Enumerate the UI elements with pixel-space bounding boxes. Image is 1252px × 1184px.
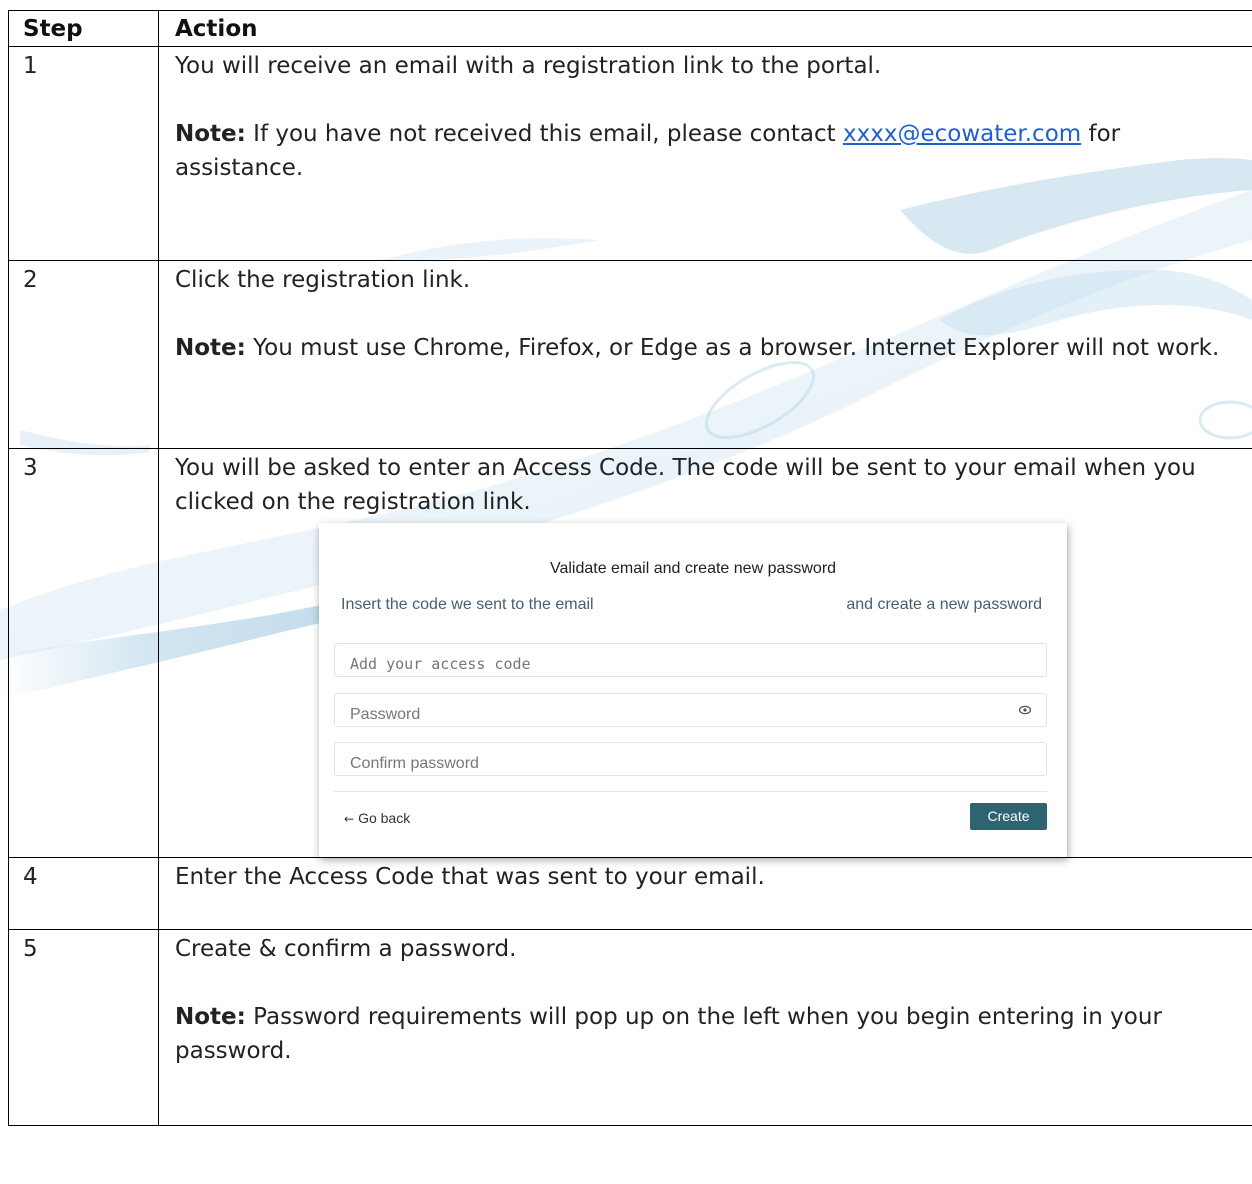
password-input[interactable] xyxy=(335,699,1010,731)
steps-table: Step Action 1 You will receive an email … xyxy=(8,10,1252,1126)
support-email-link[interactable]: xxxx@ecowater.com xyxy=(843,121,1081,147)
action-text: Create & confirm a password. xyxy=(175,936,517,962)
header-action: Action xyxy=(158,10,1252,47)
action-text: Click the registration link. xyxy=(175,267,471,293)
step-number: 1 xyxy=(8,46,159,261)
access-code-input[interactable] xyxy=(335,648,1010,680)
action-cell: You will receive an email with a registr… xyxy=(158,46,1252,261)
confirm-password-input[interactable] xyxy=(335,748,1010,780)
step-number: 3 xyxy=(8,448,159,858)
note-label: Note: xyxy=(175,121,246,147)
table-row: 3 You will be asked to enter an Access C… xyxy=(8,448,1252,858)
form-subtitle-left: Insert the code we sent to the email xyxy=(341,596,594,613)
note-label: Note: xyxy=(175,335,246,361)
table-row: 1 You will receive an email with a regis… xyxy=(8,46,1252,261)
note-text: If you have not received this email, ple… xyxy=(245,121,843,147)
action-cell: Enter the Access Code that was sent to y… xyxy=(158,857,1252,930)
note-label: Note: xyxy=(175,1004,246,1030)
note-paragraph: Note: You must use Chrome, Firefox, or E… xyxy=(175,331,1236,365)
arrow-left-icon: ← xyxy=(344,812,355,826)
note-paragraph: Note: If you have not received this emai… xyxy=(175,117,1236,185)
password-field xyxy=(334,693,1047,731)
table-row: 4 Enter the Access Code that was sent to… xyxy=(8,857,1252,930)
action-cell: Create & confirm a password. Note: Passw… xyxy=(158,929,1252,1126)
note-text: You must use Chrome, Firefox, or Edge as… xyxy=(245,335,1220,361)
confirm-password-field xyxy=(334,742,1047,780)
form-title: Validate email and create new password xyxy=(549,560,837,577)
step-number: 2 xyxy=(8,260,159,449)
go-back-link[interactable]: ← Go back xyxy=(344,810,410,827)
go-back-label: Go back xyxy=(358,810,411,826)
action-text: Enter the Access Code that was sent to y… xyxy=(175,864,765,890)
table-row: 5 Create & confirm a password. Note: Pas… xyxy=(8,929,1252,1126)
form-divider xyxy=(334,791,1047,792)
note-paragraph: Note: Password requirements will pop up … xyxy=(175,1000,1236,1068)
validate-email-form-screenshot: Validate email and create new password I… xyxy=(319,523,1067,857)
step-number: 5 xyxy=(8,929,159,1126)
action-text: You will receive an email with a registr… xyxy=(175,53,882,79)
table-row: 2 Click the registration link. Note: You… xyxy=(8,260,1252,449)
eye-icon[interactable] xyxy=(1019,704,1031,716)
access-code-field xyxy=(334,643,1047,680)
header-step: Step xyxy=(8,10,159,47)
step-number: 4 xyxy=(8,857,159,930)
create-button[interactable]: Create xyxy=(970,803,1047,830)
form-subtitle-right: and create a new password xyxy=(846,596,1042,613)
action-cell: Click the registration link. Note: You m… xyxy=(158,260,1252,449)
action-text: You will be asked to enter an Access Cod… xyxy=(175,455,1196,515)
header-row: Step Action xyxy=(8,10,1252,47)
action-cell: You will be asked to enter an Access Cod… xyxy=(158,448,1252,858)
note-text: Password requirements will pop up on the… xyxy=(175,1004,1162,1064)
